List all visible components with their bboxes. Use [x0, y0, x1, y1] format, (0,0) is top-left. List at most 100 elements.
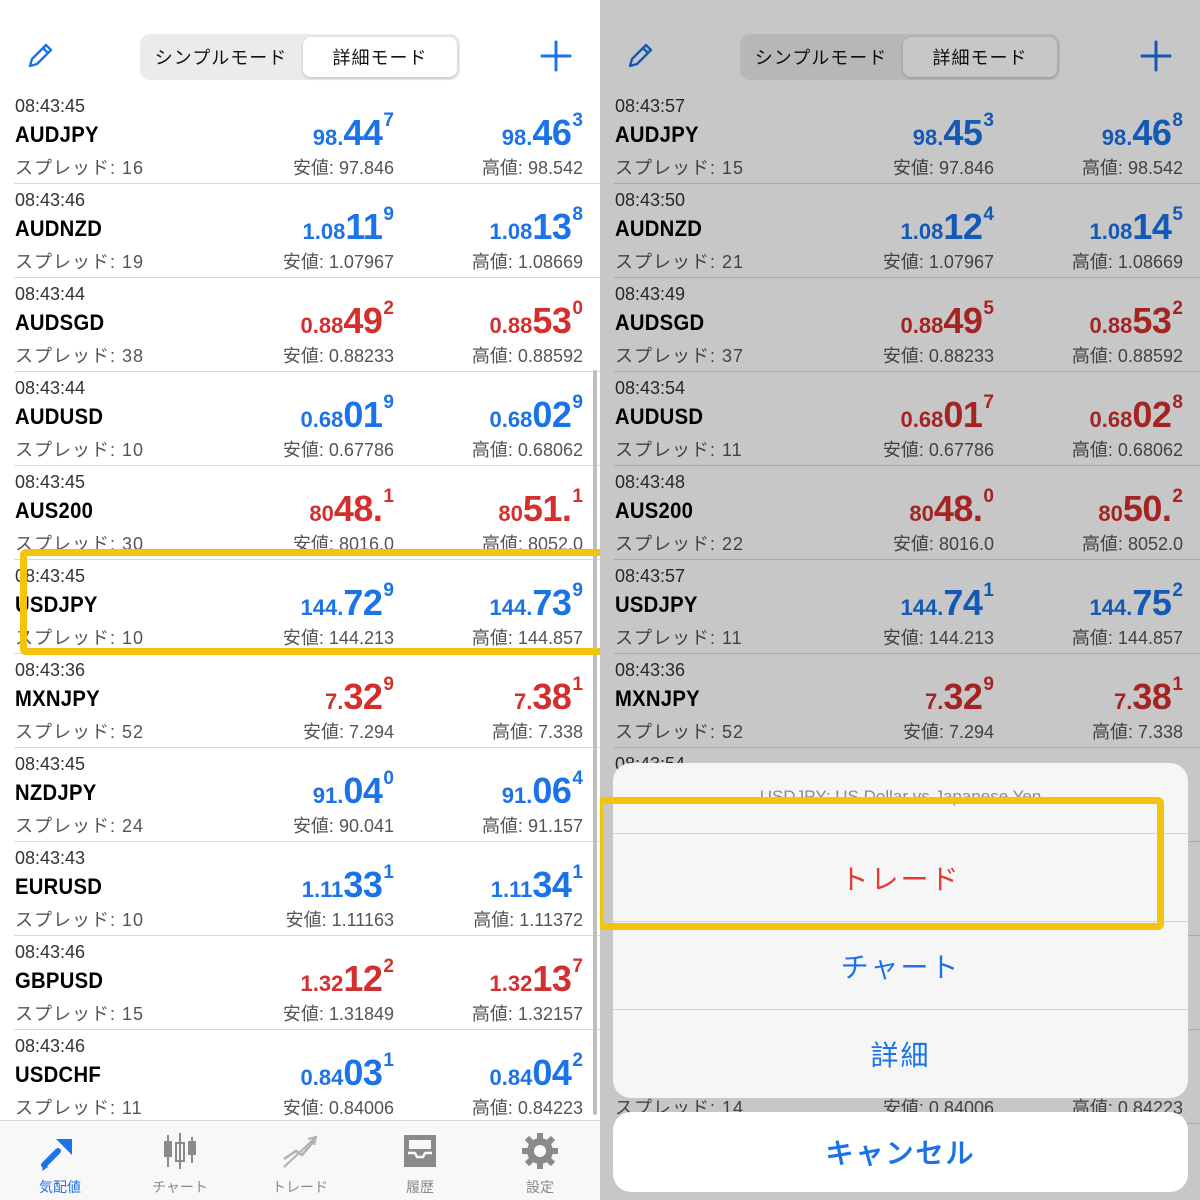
tab-label: 気配値: [39, 1179, 81, 1195]
quote-row[interactable]: 08:43:46 GBPUSD スプレッド: 15 1.32 12 2 1.32 13 7 安値:…: [14, 936, 600, 1030]
price-main: 04: [532, 1052, 572, 1093]
price-pip: 1: [572, 486, 583, 507]
quote-time: 08:43:46: [15, 1036, 86, 1056]
high-price: 高値: 1.11372: [473, 910, 583, 930]
low-price: 安値: 90.041: [292, 816, 394, 836]
ask-price: 80 51. 1: [498, 486, 583, 530]
quote-row[interactable]: 08:43:36 MXNJPY スプレッド: 52 7. 32 9 7. 38 1 安値: 7.2…: [14, 654, 600, 748]
low-price: 安値: 1.31849: [282, 1004, 394, 1024]
quote-row[interactable]: 08:43:43 EURUSD スプレッド: 10 1.11 33 1 1.11 34 1 安値:…: [14, 842, 600, 936]
quote-time: 08:43:46: [15, 190, 86, 210]
price-prefix: 80: [309, 501, 334, 526]
price-main: 48.: [333, 488, 383, 529]
ask-price: 7. 38 1: [514, 674, 583, 718]
ask-price: 98. 46 3: [502, 110, 583, 154]
ask-price: 0.68 02 9: [490, 392, 583, 436]
bid-price: 1.11 33 1: [301, 862, 394, 906]
price-main: 34: [532, 864, 572, 905]
simple-mode-button[interactable]: シンプルモード: [144, 37, 298, 77]
chart-action-button[interactable]: チャート: [613, 921, 1188, 1009]
price-pip: 2: [572, 1050, 583, 1071]
price-pip: 7: [383, 110, 394, 131]
low-price: 安値: 0.84006: [282, 1098, 394, 1118]
tab-history[interactable]: 履歴: [360, 1121, 480, 1200]
price-main: 32: [343, 676, 383, 717]
mode-segmented-control: シンプルモード 詳細モード: [140, 34, 460, 80]
price-main: 51.: [522, 488, 572, 529]
quote-spread: スプレッド: 16: [15, 158, 145, 178]
quote-row[interactable]: 08:43:45 NZDJPY スプレッド: 24 91. 04 0 91. 06 4 安値: 9…: [14, 748, 600, 842]
tab-settings[interactable]: 設定: [480, 1121, 600, 1200]
price-main: 06: [532, 770, 572, 811]
pencil-icon[interactable]: [26, 40, 56, 70]
quote-time: 08:43:36: [15, 660, 86, 680]
header: シンプルモード 詳細モード: [0, 0, 600, 92]
price-main: 38: [532, 676, 572, 717]
high-price: 高値: 98.542: [481, 158, 583, 178]
price-prefix: 91.: [312, 783, 344, 808]
price-prefix: 1.11: [301, 877, 344, 902]
tab-bar: 気配値 チャート トレード 履歴 設定: [0, 1120, 600, 1200]
detail-action-button[interactable]: 詳細: [613, 1009, 1188, 1097]
detail-mode-button[interactable]: 詳細モード: [303, 37, 457, 77]
quote-spread: スプレッド: 52: [15, 722, 145, 742]
bid-price: 0.68 01 9: [301, 392, 394, 436]
scrollbar[interactable]: [593, 370, 597, 1115]
quote-time: 08:43:45: [15, 96, 86, 116]
gear-icon: [522, 1133, 558, 1169]
tab-quotes[interactable]: 気配値: [0, 1121, 120, 1200]
tab-label: トレード: [272, 1179, 328, 1195]
plus-icon[interactable]: [538, 38, 574, 74]
bid-price: 0.84 03 1: [300, 1050, 394, 1094]
quote-row[interactable]: 08:43:44 AUDSGD スプレッド: 38 0.88 49 2 0.88 53 0 安値:…: [14, 278, 600, 372]
quote-row[interactable]: 08:43:45 AUDJPY スプレッド: 16 98. 44 7 98. 46 3 安値: 9…: [14, 90, 600, 184]
price-pip: 0: [572, 298, 583, 319]
quote-row[interactable]: 08:43:45 AUS200 スプレッド: 30 80 48. 1 80 51. 1 安値: 8…: [14, 466, 600, 560]
ask-price: 91. 06 4: [502, 768, 583, 812]
price-prefix: 0.84: [300, 1065, 344, 1090]
tab-chart[interactable]: チャート: [120, 1121, 240, 1200]
price-pip: 4: [572, 768, 583, 789]
price-pip: 2: [383, 298, 394, 319]
quote-symbol: USDCHF: [15, 1062, 101, 1087]
quotes-arrows-icon: [41, 1139, 72, 1171]
price-pip: 9: [383, 392, 394, 413]
high-price: 高値: 0.88592: [471, 346, 583, 366]
trade-chart-icon: [283, 1135, 318, 1168]
price-pip: 3: [572, 110, 583, 131]
quote-row[interactable]: 08:43:44 AUDUSD スプレッド: 10 0.68 01 9 0.68 02 9 安値:…: [14, 372, 600, 466]
trade-highlight-box: [600, 797, 1164, 930]
inbox-icon: [404, 1135, 436, 1167]
tab-trade[interactable]: トレード: [240, 1121, 360, 1200]
ask-price: 0.84 04 2: [490, 1050, 583, 1094]
quote-row[interactable]: 08:43:46 AUDNZD スプレッド: 19 1.08 11 9 1.08 13 8 安値:…: [14, 184, 600, 278]
quote-spread: スプレッド: 10: [15, 440, 145, 460]
price-main: 13: [532, 206, 572, 247]
usdjpy-highlight-box: [20, 549, 600, 655]
low-price: 安値: 0.67786: [282, 440, 394, 460]
price-prefix: 1.32: [489, 971, 533, 996]
tab-label: 履歴: [406, 1179, 434, 1195]
quote-symbol: MXNJPY: [15, 686, 100, 711]
high-price: 高値: 0.84223: [471, 1098, 583, 1118]
quote-time: 08:43:44: [15, 284, 86, 304]
price-prefix: 0.88: [300, 313, 344, 338]
price-pip: 7: [572, 956, 583, 977]
quote-spread: スプレッド: 19: [15, 252, 145, 272]
price-pip: 9: [572, 392, 583, 413]
quote-time: 08:43:46: [15, 942, 86, 962]
price-main: 03: [343, 1052, 383, 1093]
cancel-button[interactable]: キャンセル: [613, 1112, 1188, 1192]
quote-row[interactable]: 08:43:46 USDCHF スプレッド: 11 0.84 03 1 0.84 04 2 安値:…: [14, 1030, 600, 1124]
tab-label: 設定: [526, 1179, 554, 1195]
bid-price: 91. 04 0: [312, 768, 394, 812]
price-main: 33: [343, 864, 383, 905]
candlestick-icon: [164, 1133, 196, 1169]
price-prefix: 1.08: [302, 219, 346, 244]
price-prefix: 1.11: [490, 877, 533, 902]
price-main: 44: [343, 112, 383, 153]
bid-price: 0.88 49 2: [300, 298, 394, 342]
price-pip: 8: [572, 204, 583, 225]
ask-price: 0.88 53 0: [490, 298, 583, 342]
price-pip: 1: [572, 862, 583, 883]
